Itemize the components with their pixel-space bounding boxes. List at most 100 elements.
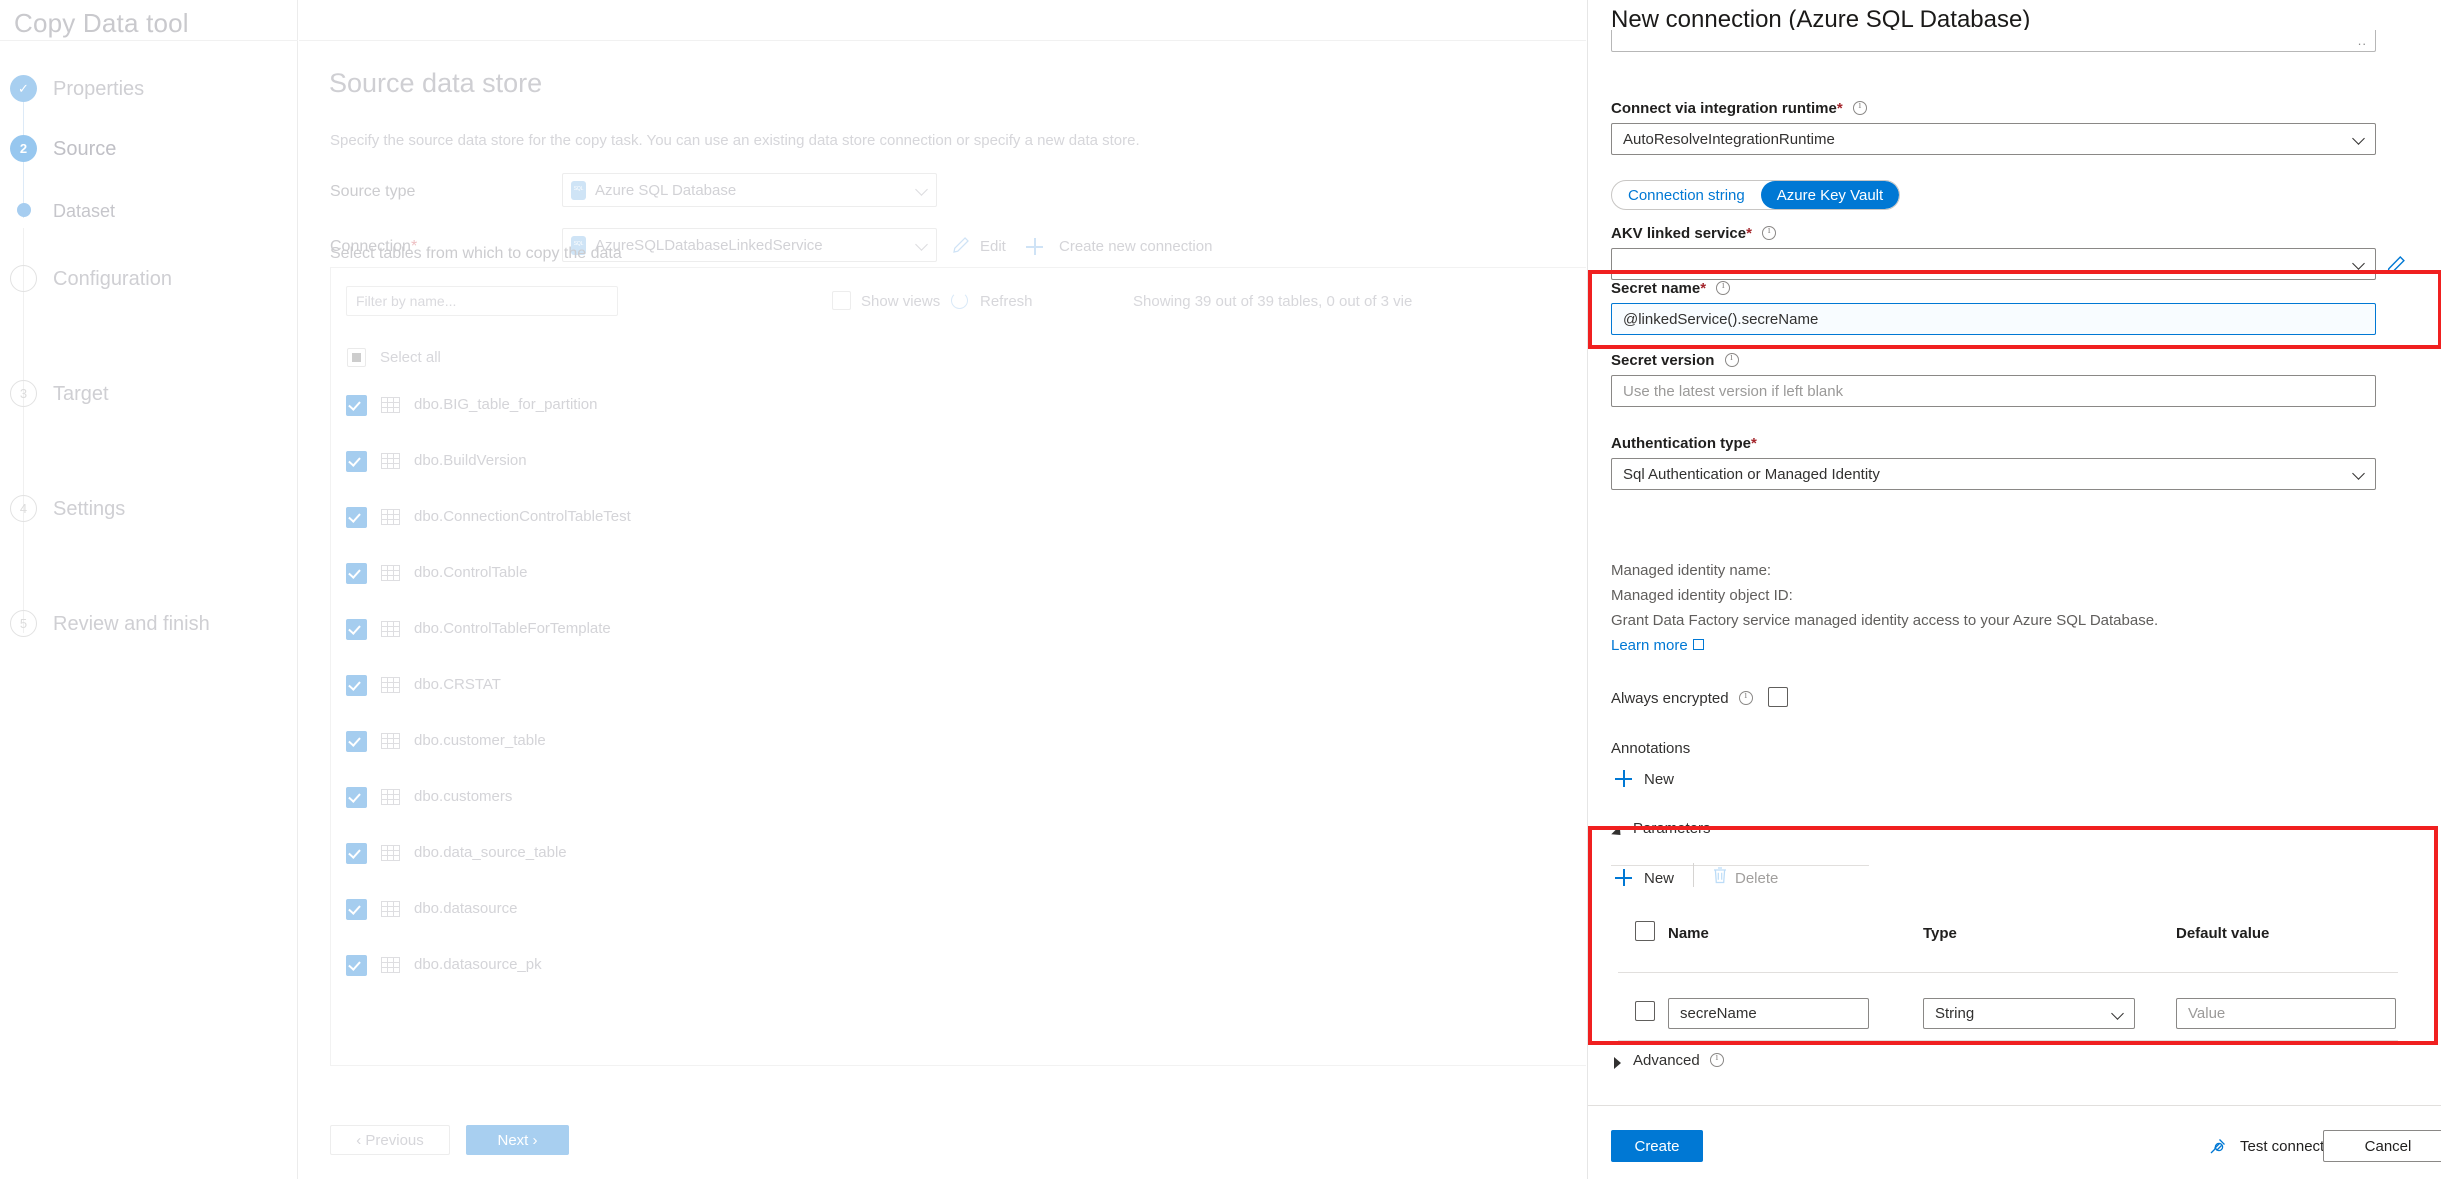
annotations-divider — [1611, 865, 1869, 866]
table-grid-icon — [381, 509, 400, 525]
select-all-checkbox[interactable] — [347, 348, 366, 367]
tab-connection-string[interactable]: Connection string — [1612, 181, 1761, 209]
table-row-checkbox[interactable] — [346, 563, 367, 584]
source-type-select[interactable]: Azure SQL Database — [562, 173, 937, 207]
table-row[interactable]: dbo.customer_table — [414, 732, 546, 749]
authentication-type-value: Sql Authentication or Managed Identity — [1623, 465, 1880, 483]
edit-pencil-icon[interactable] — [952, 236, 970, 254]
info-icon[interactable] — [1709, 1052, 1724, 1067]
create-new-connection-button[interactable]: Create new connection — [1059, 238, 1212, 255]
parameter-name-input[interactable]: secreName — [1668, 998, 1869, 1029]
table-grid-icon — [381, 845, 400, 861]
table-row[interactable]: dbo.data_source_table — [414, 844, 567, 861]
step-number-badge: 4 — [10, 495, 37, 522]
sidebar-item-configuration[interactable]: Configuration — [10, 263, 300, 297]
create-button[interactable]: Create — [1611, 1130, 1703, 1162]
always-encrypted-checkbox[interactable] — [1768, 687, 1788, 707]
tables-caption: Select tables from which to copy the dat… — [330, 245, 622, 262]
next-button[interactable]: Next › — [466, 1125, 569, 1155]
table-row-checkbox[interactable] — [346, 843, 367, 864]
show-views-checkbox[interactable] — [832, 291, 851, 310]
show-views-label: Show views — [861, 293, 941, 310]
secret-name-input[interactable]: @linkedService().secreName — [1611, 303, 2376, 335]
secret-version-input[interactable]: Use the latest version if left blank — [1611, 375, 2376, 407]
sidebar-item-properties[interactable]: ✓ Properties — [10, 73, 300, 107]
table-row-checkbox[interactable] — [346, 899, 367, 920]
annotations-label: Annotations — [1611, 740, 1691, 757]
table-grid-icon — [381, 733, 400, 749]
table-grid-icon — [381, 565, 400, 581]
filter-input[interactable]: Filter by name... — [346, 286, 618, 316]
table-row-checkbox[interactable] — [346, 619, 367, 640]
sidebar-item-review-and-finish[interactable]: 5 Review and finish — [10, 608, 300, 642]
table-row-checkbox[interactable] — [346, 731, 367, 752]
integration-runtime-label: Connect via integration runtime* — [1611, 100, 1867, 117]
akv-linked-service-label: AKV linked service* — [1611, 225, 1777, 242]
sql-database-icon — [571, 180, 586, 200]
table-row[interactable]: dbo.ControlTable — [414, 564, 527, 581]
check-icon — [348, 734, 361, 747]
integration-runtime-select[interactable]: AutoResolveIntegrationRuntime — [1611, 123, 2376, 155]
table-row-checkbox[interactable] — [346, 507, 367, 528]
cancel-button[interactable]: Cancel — [2323, 1130, 2441, 1162]
tab-azure-key-vault[interactable]: Azure Key Vault — [1760, 181, 1900, 209]
authentication-type-select[interactable]: Sql Authentication or Managed Identity — [1611, 458, 2376, 490]
plus-icon — [1026, 238, 1043, 255]
sidebar-item-target[interactable]: 3 Target — [10, 378, 300, 412]
table-row[interactable]: dbo.datasource — [414, 900, 517, 917]
table-row[interactable]: dbo.CRSTAT — [414, 676, 501, 693]
table-row-checkbox[interactable] — [346, 675, 367, 696]
table-row[interactable]: dbo.ControlTableForTemplate — [414, 620, 611, 637]
sidebar-item-source[interactable]: 2 Source — [10, 133, 300, 167]
table-row[interactable]: dbo.BIG_table_for_partition — [414, 396, 597, 413]
table-row[interactable]: dbo.customers — [414, 788, 512, 805]
table-row-checkbox[interactable] — [346, 955, 367, 976]
table-row[interactable]: dbo.datasource_pk — [414, 956, 542, 973]
edit-connection-button[interactable]: Edit — [980, 238, 1006, 255]
akv-linked-service-select[interactable] — [1611, 248, 2376, 280]
learn-more-link[interactable]: Learn more — [1611, 637, 1704, 654]
step-circle-icon — [10, 265, 37, 292]
test-connection-plug-icon — [2210, 1139, 2225, 1154]
table-grid-icon — [381, 677, 400, 693]
table-row[interactable]: dbo.BuildVersion — [414, 452, 527, 469]
table-grid-icon — [381, 621, 400, 637]
refresh-button[interactable]: Refresh — [980, 293, 1033, 310]
info-icon[interactable] — [1852, 100, 1867, 115]
refresh-icon[interactable] — [951, 292, 968, 309]
parameters-select-all-checkbox[interactable] — [1635, 921, 1655, 941]
parameters-expand-icon[interactable] — [1611, 825, 1625, 840]
sidebar-item-label: Settings — [53, 498, 126, 520]
annotations-new-button[interactable]: New — [1644, 771, 1674, 788]
check-icon — [348, 454, 361, 467]
previous-button[interactable]: ‹ Previous — [330, 1125, 450, 1155]
check-icon — [348, 846, 361, 859]
toolbar-divider — [1693, 863, 1694, 887]
step-number-badge: 3 — [10, 380, 37, 407]
sidebar-item-settings[interactable]: 4 Settings — [10, 493, 300, 527]
grant-access-text: Grant Data Factory service managed ident… — [1611, 612, 2159, 629]
parameter-row-checkbox[interactable] — [1635, 1001, 1655, 1021]
trash-icon — [1714, 867, 1726, 884]
sidebar-item-dataset[interactable]: Dataset — [10, 195, 300, 229]
plus-icon[interactable] — [1615, 770, 1632, 787]
parameter-type-select[interactable]: String — [1923, 998, 2135, 1029]
info-icon[interactable] — [1762, 225, 1777, 240]
showing-count-text: Showing 39 out of 39 tables, 0 out of 3 … — [1133, 293, 1413, 310]
auth-source-toggle[interactable]: Connection string Azure Key Vault — [1611, 180, 1901, 210]
info-icon[interactable] — [1724, 352, 1739, 367]
scrolled-name-field[interactable]: .. — [1611, 30, 2376, 52]
info-icon[interactable] — [1716, 280, 1731, 295]
akv-edit-pencil-icon[interactable] — [2386, 255, 2406, 275]
table-row-checkbox[interactable] — [346, 395, 367, 416]
table-row-checkbox[interactable] — [346, 787, 367, 808]
info-icon[interactable] — [1738, 690, 1753, 705]
table-row[interactable]: dbo.ConnectionControlTableTest — [414, 508, 631, 525]
table-row-checkbox[interactable] — [346, 451, 367, 472]
check-icon — [348, 510, 361, 523]
parameter-default-value-input[interactable]: Value — [2176, 998, 2396, 1029]
plus-icon[interactable] — [1615, 869, 1632, 886]
managed-identity-object-id-text: Managed identity object ID: — [1611, 587, 1793, 604]
parameters-new-button[interactable]: New — [1644, 870, 1674, 887]
advanced-expand-icon[interactable] — [1614, 1057, 1621, 1069]
